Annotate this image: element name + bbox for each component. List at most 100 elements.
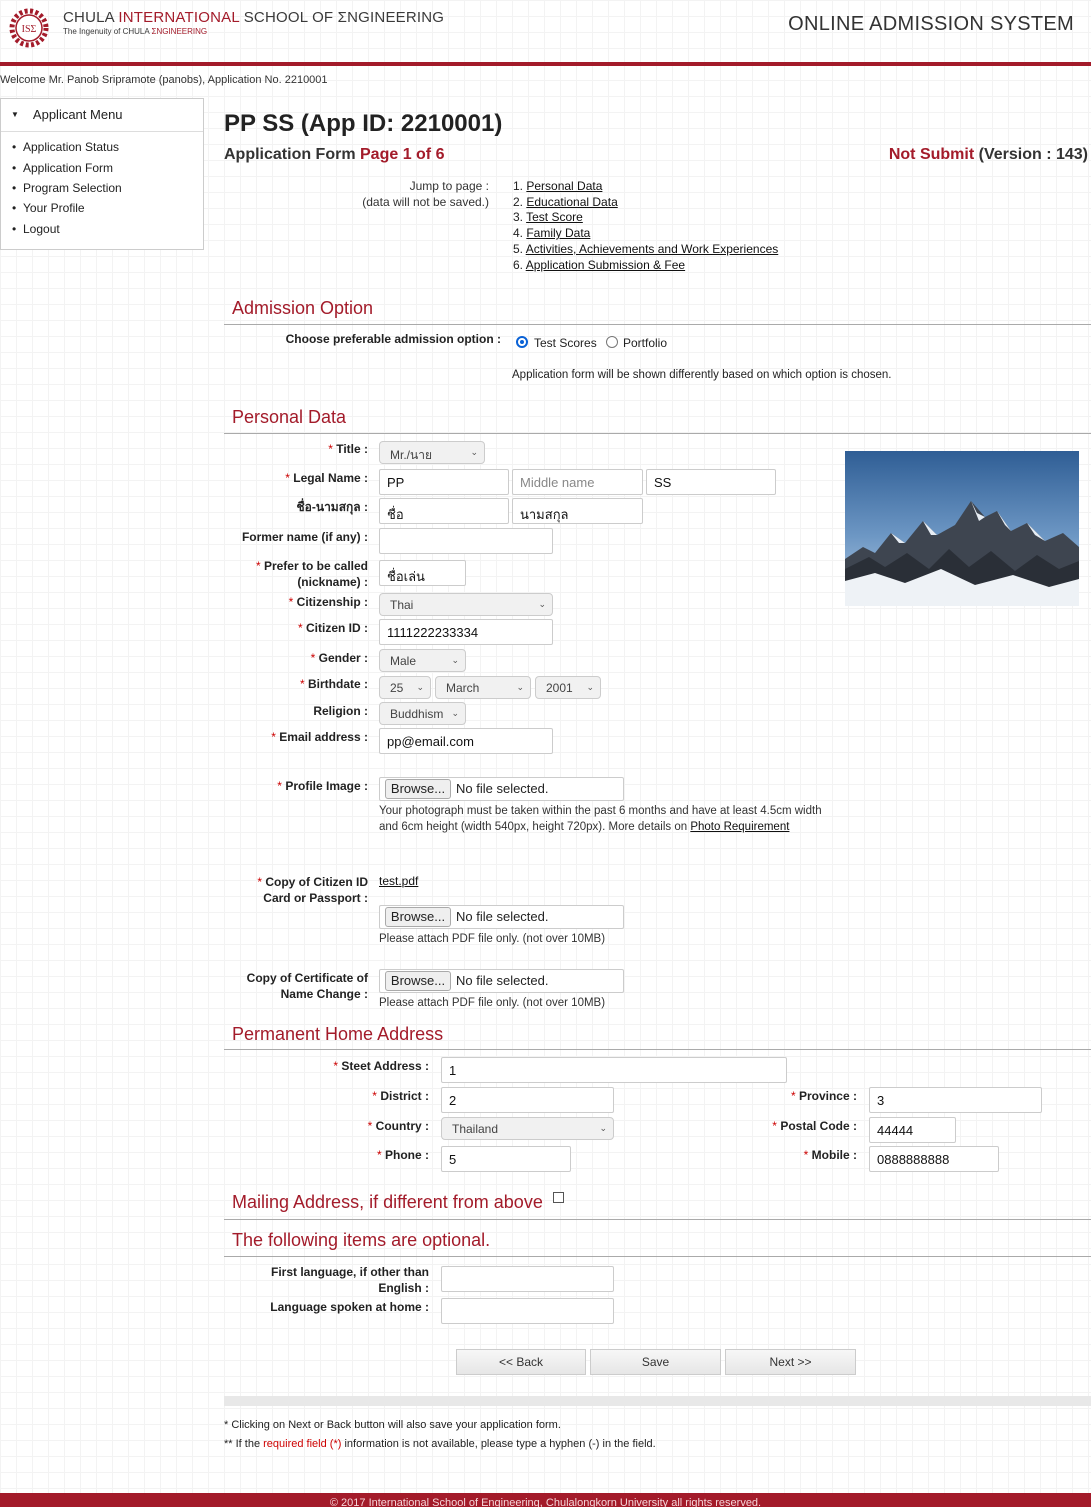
section-divider xyxy=(224,433,1091,434)
citizen-copy-file-link[interactable]: test.pdf xyxy=(379,874,418,888)
postal-code-label: * Postal Code : xyxy=(772,1119,857,1133)
no-file-text: No file selected. xyxy=(456,973,549,988)
form-page-indicator: Application Form Page 1 of 6 xyxy=(224,146,445,163)
menu-item-application-status[interactable]: Application Status xyxy=(12,140,119,154)
country-label: * Country : xyxy=(367,1119,429,1133)
first-language-input[interactable] xyxy=(441,1266,614,1292)
pdf-note: Please attach PDF file only. (not over 1… xyxy=(379,997,606,1009)
jump-item: 1. Personal Data xyxy=(513,179,603,193)
section-divider xyxy=(224,1256,1091,1257)
menu-divider xyxy=(1,131,203,132)
province-input[interactable]: 3 xyxy=(869,1087,1042,1113)
name-change-file-input[interactable]: Browse... No file selected. xyxy=(379,969,624,993)
home-language-label: Language spoken at home : xyxy=(270,1300,429,1314)
religion-label: Religion : xyxy=(313,704,368,718)
birth-day-select[interactable]: 25 ⌄ xyxy=(379,676,431,699)
middle-name-input[interactable]: Middle name xyxy=(512,469,643,495)
title-label: * Title : xyxy=(328,442,368,456)
jump-item: 3. Test Score xyxy=(513,210,583,225)
gender-select[interactable]: Male ⌄ xyxy=(379,649,466,672)
postal-code-input[interactable]: 44444 xyxy=(869,1117,956,1143)
menu-item-logout[interactable]: Logout xyxy=(12,222,60,236)
country-select[interactable]: Thailand ⌄ xyxy=(441,1117,614,1140)
chevron-down-icon: ⌄ xyxy=(451,708,459,718)
menu-item-your-profile[interactable]: Your Profile xyxy=(12,201,85,215)
chevron-down-icon: ⌄ xyxy=(586,682,594,692)
system-title: ONLINE ADMISSION SYSTEM xyxy=(788,13,1074,35)
birth-year-select[interactable]: 2001 ⌄ xyxy=(535,676,601,699)
religion-select[interactable]: Buddhism ⌄ xyxy=(379,702,466,725)
next-button[interactable]: Next >> xyxy=(725,1349,856,1375)
first-name-input[interactable]: PP xyxy=(379,469,509,495)
section-title-home-address: Permanent Home Address xyxy=(232,1024,444,1044)
section-divider xyxy=(224,324,1091,325)
district-input[interactable]: 2 xyxy=(441,1087,614,1113)
browse-button[interactable]: Browse... xyxy=(385,907,451,927)
applicant-menu-toggle[interactable]: ▼ Applicant Menu xyxy=(11,107,123,122)
citizenship-select[interactable]: Thai ⌄ xyxy=(379,593,553,616)
thai-first-name-input[interactable]: ชื่อ xyxy=(379,498,509,524)
jump-link-educational-data[interactable]: Educational Data xyxy=(526,195,617,209)
mobile-input[interactable]: 0888888888 xyxy=(869,1146,999,1172)
chevron-down-icon: ⌄ xyxy=(516,682,524,692)
thai-name-label: ชื่อ-นามสกุล : xyxy=(296,500,368,514)
former-name-input[interactable] xyxy=(379,528,553,554)
jump-item: 2. Educational Data xyxy=(513,194,618,209)
status-badge: Not Submit xyxy=(888,146,975,163)
menu-item-program-selection[interactable]: Program Selection xyxy=(12,181,122,195)
applicant-menu: ▼Applicant Menu Application Status Appli… xyxy=(0,98,204,250)
page-jump-list: 1. Personal Data 2. Educational Data 3. … xyxy=(513,179,778,273)
footnote-required: ** If the required field (*) information… xyxy=(224,1438,656,1450)
no-file-text: No file selected. xyxy=(456,909,549,924)
district-label: * District : xyxy=(372,1089,429,1103)
jump-link-test-score[interactable]: Test Score xyxy=(526,210,583,224)
title-select[interactable]: Mr./นาย ⌄ xyxy=(379,441,485,464)
photo-requirement-link[interactable]: Photo Requirement xyxy=(690,821,789,833)
radio-portfolio-label[interactable]: Portfolio xyxy=(623,336,667,350)
radio-test-scores[interactable] xyxy=(516,336,528,348)
first-language-label: First language, if other than English : xyxy=(270,1265,429,1295)
citizen-id-input[interactable]: 1111222233334 xyxy=(379,619,553,645)
browse-button[interactable]: Browse... xyxy=(385,779,451,799)
mailing-address-checkbox[interactable] xyxy=(553,1192,564,1203)
phone-label: * Phone : xyxy=(376,1148,429,1162)
site-footer: © 2017 International School of Engineeri… xyxy=(0,1493,1091,1507)
last-name-input[interactable]: SS xyxy=(646,469,776,495)
province-label: * Province : xyxy=(790,1089,857,1103)
email-input[interactable]: pp@email.com xyxy=(379,728,553,754)
radio-test-scores-label[interactable]: Test Scores xyxy=(534,336,597,350)
section-title-personal-data: Personal Data xyxy=(232,407,347,427)
street-input[interactable]: 1 xyxy=(441,1057,787,1083)
birth-month-select[interactable]: March ⌄ xyxy=(435,676,531,699)
mountain-photo-image xyxy=(845,451,1079,606)
jump-item: 6. Application Submission & Fee xyxy=(513,257,686,272)
section-divider xyxy=(224,1049,1091,1050)
jump-link-submission-fee[interactable]: Application Submission & Fee xyxy=(526,258,685,272)
school-name[interactable]: CHULA INTERNATIONAL SCHOOL OF ΣNGINEERIN… xyxy=(63,9,444,26)
section-title-admission-option: Admission Option xyxy=(232,298,374,318)
citizen-copy-label: * Copy of Citizen ID Card or Passport : xyxy=(257,875,368,905)
browse-button[interactable]: Browse... xyxy=(385,971,451,991)
legal-name-label: * Legal Name : xyxy=(285,471,368,485)
logo-text: ISΣ xyxy=(22,24,37,35)
menu-item-application-form[interactable]: Application Form xyxy=(12,161,113,175)
profile-image-file-input[interactable]: Browse... No file selected. xyxy=(379,777,624,801)
street-label: * Steet Address : xyxy=(333,1059,429,1073)
jump-note: (data will not be saved.) xyxy=(362,195,489,209)
phone-input[interactable]: 5 xyxy=(441,1146,571,1172)
citizen-copy-file-input[interactable]: Browse... No file selected. xyxy=(379,905,624,929)
jump-link-personal-data[interactable]: Personal Data xyxy=(526,179,602,193)
admission-option-note: Application form will be shown different… xyxy=(512,369,892,381)
thai-last-name-input[interactable]: นามสกุล xyxy=(512,498,643,524)
section-title-mailing-address: Mailing Address, if different from above xyxy=(232,1192,543,1212)
back-button[interactable]: << Back xyxy=(456,1349,586,1375)
jump-link-family-data[interactable]: Family Data xyxy=(526,226,590,240)
section-title-optional: The following items are optional. xyxy=(232,1230,491,1250)
gender-label: * Gender : xyxy=(310,651,368,665)
nickname-input[interactable]: ชื่อเล่น xyxy=(379,560,466,586)
radio-portfolio[interactable] xyxy=(606,336,618,348)
save-button[interactable]: Save xyxy=(590,1349,721,1375)
home-language-input[interactable] xyxy=(441,1298,614,1324)
jump-link-activities[interactable]: Activities, Achievements and Work Experi… xyxy=(526,242,779,256)
former-name-label: Former name (if any) : xyxy=(241,530,368,544)
